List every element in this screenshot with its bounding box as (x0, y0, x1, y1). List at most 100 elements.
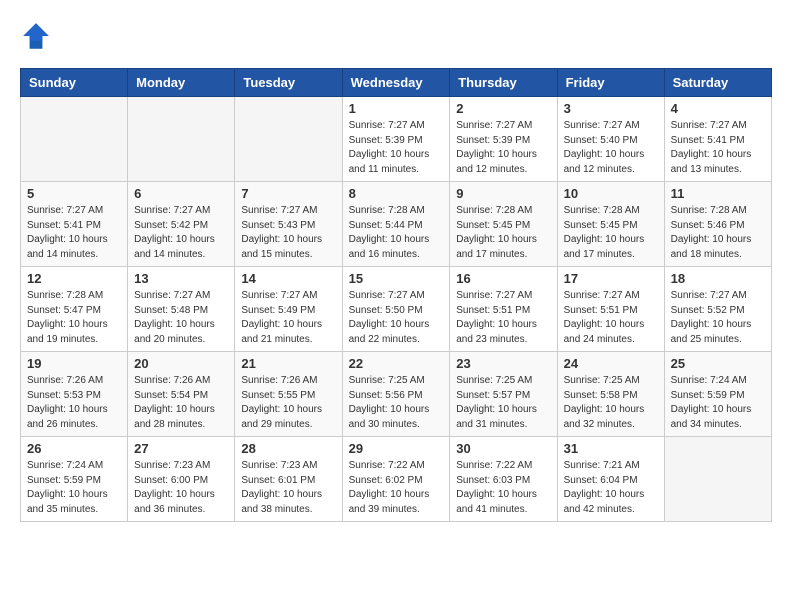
logo (20, 20, 56, 52)
day-info: Sunrise: 7:27 AM Sunset: 5:40 PM Dayligh… (564, 119, 658, 177)
day-info: Sunrise: 7:24 AM Sunset: 5:59 PM Dayligh… (27, 459, 121, 517)
calendar-cell: 29 Sunrise: 7:22 AM Sunset: 6:02 PM Dayli… (342, 437, 450, 522)
calendar-cell: 25Sunrise: 7:24 AM Sunset: 5:59 PM Dayli… (664, 352, 771, 437)
day-number: 14 (241, 271, 335, 286)
calendar-cell: 24 Sunrise: 7:25 AM Sunset: 5:58 PM Dayli… (557, 352, 664, 437)
day-header-sunday: Sunday (21, 69, 128, 97)
day-info: Sunrise: 7:28 AM Sunset: 5:46 PM Dayligh… (671, 204, 765, 262)
calendar-cell: 6 Sunrise: 7:27 AM Sunset: 5:42 PM Daylig… (128, 182, 235, 267)
calendar-cell: 5Sunrise: 7:27 AM Sunset: 5:41 PM Daylig… (21, 182, 128, 267)
calendar-cell: 31 Sunrise: 7:21 AM Sunset: 6:04 PM Dayli… (557, 437, 664, 522)
day-info: Sunrise: 7:26 AM Sunset: 5:53 PM Dayligh… (27, 374, 121, 432)
day-info: Sunrise: 7:25 AM Sunset: 5:57 PM Dayligh… (456, 374, 550, 432)
day-number: 24 (564, 356, 658, 371)
day-number: 20 (134, 356, 228, 371)
calendar-cell: 30 Sunrise: 7:22 AM Sunset: 6:03 PM Dayli… (450, 437, 557, 522)
calendar-cell: 18Sunrise: 7:27 AM Sunset: 5:52 PM Dayli… (664, 267, 771, 352)
day-number: 29 (349, 441, 444, 456)
day-info: Sunrise: 7:27 AM Sunset: 5:41 PM Dayligh… (671, 119, 765, 177)
day-info: Sunrise: 7:23 AM Sunset: 6:01 PM Dayligh… (241, 459, 335, 517)
day-info: Sunrise: 7:27 AM Sunset: 5:39 PM Dayligh… (456, 119, 550, 177)
day-number: 31 (564, 441, 658, 456)
day-number: 1 (349, 101, 444, 116)
day-number: 21 (241, 356, 335, 371)
day-number: 15 (349, 271, 444, 286)
calendar-cell: 7 Sunrise: 7:27 AM Sunset: 5:43 PM Daylig… (235, 182, 342, 267)
calendar-week-row: 1 Sunrise: 7:27 AM Sunset: 5:39 PM Daylig… (21, 97, 772, 182)
day-info: Sunrise: 7:28 AM Sunset: 5:44 PM Dayligh… (349, 204, 444, 262)
day-number: 4 (671, 101, 765, 116)
calendar-cell (664, 437, 771, 522)
calendar-cell: 4 Sunrise: 7:27 AM Sunset: 5:41 PM Daylig… (664, 97, 771, 182)
calendar-cell: 12 Sunrise: 7:28 AM Sunset: 5:47 PM Dayli… (21, 267, 128, 352)
calendar-cell: 2 Sunrise: 7:27 AM Sunset: 5:39 PM Daylig… (450, 97, 557, 182)
calendar-cell: 10Sunrise: 7:28 AM Sunset: 5:45 PM Dayli… (557, 182, 664, 267)
calendar-cell: 27Sunrise: 7:23 AM Sunset: 6:00 PM Dayli… (128, 437, 235, 522)
day-number: 9 (456, 186, 550, 201)
day-info: Sunrise: 7:22 AM Sunset: 6:03 PM Dayligh… (456, 459, 550, 517)
day-number: 28 (241, 441, 335, 456)
calendar-week-row: 5Sunrise: 7:27 AM Sunset: 5:41 PM Daylig… (21, 182, 772, 267)
day-header-saturday: Saturday (664, 69, 771, 97)
day-info: Sunrise: 7:28 AM Sunset: 5:47 PM Dayligh… (27, 289, 121, 347)
day-number: 11 (671, 186, 765, 201)
calendar-cell: 16 Sunrise: 7:27 AM Sunset: 5:51 PM Dayli… (450, 267, 557, 352)
day-info: Sunrise: 7:27 AM Sunset: 5:42 PM Dayligh… (134, 204, 228, 262)
calendar-header-row: SundayMondayTuesdayWednesdayThursdayFrid… (21, 69, 772, 97)
calendar-cell: 22 Sunrise: 7:25 AM Sunset: 5:56 PM Dayli… (342, 352, 450, 437)
day-header-monday: Monday (128, 69, 235, 97)
day-info: Sunrise: 7:27 AM Sunset: 5:51 PM Dayligh… (564, 289, 658, 347)
day-number: 5 (27, 186, 121, 201)
day-number: 6 (134, 186, 228, 201)
day-number: 3 (564, 101, 658, 116)
calendar-cell: 19 Sunrise: 7:26 AM Sunset: 5:53 PM Dayli… (21, 352, 128, 437)
day-number: 13 (134, 271, 228, 286)
day-number: 19 (27, 356, 121, 371)
calendar-cell: 8 Sunrise: 7:28 AM Sunset: 5:44 PM Daylig… (342, 182, 450, 267)
day-header-tuesday: Tuesday (235, 69, 342, 97)
calendar-cell: 15 Sunrise: 7:27 AM Sunset: 5:50 PM Dayli… (342, 267, 450, 352)
day-number: 12 (27, 271, 121, 286)
calendar-cell: 21 Sunrise: 7:26 AM Sunset: 5:55 PM Dayli… (235, 352, 342, 437)
calendar-week-row: 12 Sunrise: 7:28 AM Sunset: 5:47 PM Dayli… (21, 267, 772, 352)
day-info: Sunrise: 7:22 AM Sunset: 6:02 PM Dayligh… (349, 459, 444, 517)
day-info: Sunrise: 7:28 AM Sunset: 5:45 PM Dayligh… (456, 204, 550, 262)
day-number: 2 (456, 101, 550, 116)
calendar-cell: 17 Sunrise: 7:27 AM Sunset: 5:51 PM Dayli… (557, 267, 664, 352)
day-number: 7 (241, 186, 335, 201)
page-header (20, 20, 772, 52)
day-header-thursday: Thursday (450, 69, 557, 97)
calendar-cell: 13Sunrise: 7:27 AM Sunset: 5:48 PM Dayli… (128, 267, 235, 352)
calendar-table: SundayMondayTuesdayWednesdayThursdayFrid… (20, 68, 772, 522)
calendar-cell (128, 97, 235, 182)
calendar-week-row: 26 Sunrise: 7:24 AM Sunset: 5:59 PM Dayli… (21, 437, 772, 522)
day-info: Sunrise: 7:24 AM Sunset: 5:59 PM Dayligh… (671, 374, 765, 432)
day-number: 30 (456, 441, 550, 456)
day-info: Sunrise: 7:25 AM Sunset: 5:58 PM Dayligh… (564, 374, 658, 432)
calendar-cell: 11 Sunrise: 7:28 AM Sunset: 5:46 PM Dayli… (664, 182, 771, 267)
day-number: 17 (564, 271, 658, 286)
calendar-cell: 23 Sunrise: 7:25 AM Sunset: 5:57 PM Dayli… (450, 352, 557, 437)
day-number: 26 (27, 441, 121, 456)
calendar-cell: 9 Sunrise: 7:28 AM Sunset: 5:45 PM Daylig… (450, 182, 557, 267)
day-info: Sunrise: 7:26 AM Sunset: 5:55 PM Dayligh… (241, 374, 335, 432)
calendar-cell (235, 97, 342, 182)
day-number: 22 (349, 356, 444, 371)
day-info: Sunrise: 7:27 AM Sunset: 5:43 PM Dayligh… (241, 204, 335, 262)
calendar-cell: 28 Sunrise: 7:23 AM Sunset: 6:01 PM Dayli… (235, 437, 342, 522)
day-info: Sunrise: 7:27 AM Sunset: 5:51 PM Dayligh… (456, 289, 550, 347)
day-info: Sunrise: 7:21 AM Sunset: 6:04 PM Dayligh… (564, 459, 658, 517)
day-info: Sunrise: 7:27 AM Sunset: 5:50 PM Dayligh… (349, 289, 444, 347)
day-number: 18 (671, 271, 765, 286)
day-info: Sunrise: 7:23 AM Sunset: 6:00 PM Dayligh… (134, 459, 228, 517)
day-number: 8 (349, 186, 444, 201)
day-number: 16 (456, 271, 550, 286)
calendar-cell: 1 Sunrise: 7:27 AM Sunset: 5:39 PM Daylig… (342, 97, 450, 182)
day-info: Sunrise: 7:28 AM Sunset: 5:45 PM Dayligh… (564, 204, 658, 262)
calendar-cell (21, 97, 128, 182)
day-info: Sunrise: 7:27 AM Sunset: 5:39 PM Dayligh… (349, 119, 444, 177)
day-number: 23 (456, 356, 550, 371)
day-info: Sunrise: 7:25 AM Sunset: 5:56 PM Dayligh… (349, 374, 444, 432)
day-header-friday: Friday (557, 69, 664, 97)
logo-icon (20, 20, 52, 52)
